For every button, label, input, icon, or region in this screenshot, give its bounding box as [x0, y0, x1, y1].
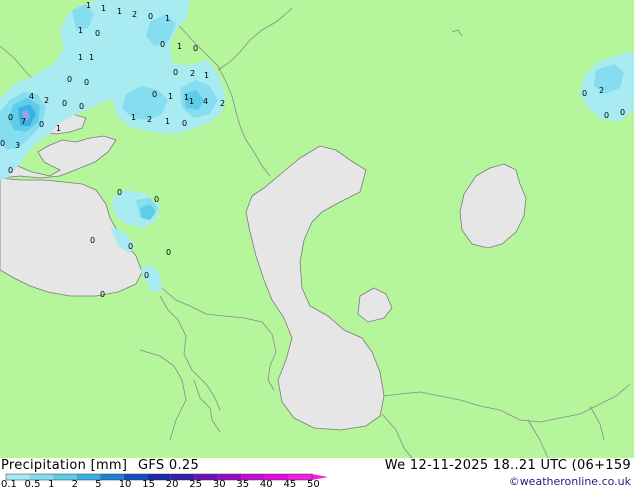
- precip-value: 0: [166, 248, 171, 257]
- precip-value: 2: [147, 115, 152, 124]
- precip-value: 2: [190, 69, 195, 78]
- precip-value: 2: [220, 99, 225, 108]
- precip-value: 0: [117, 188, 122, 197]
- colorbar-tick-label: 25: [189, 479, 203, 490]
- precip-value: 0: [193, 44, 198, 53]
- precip-value: 0: [604, 111, 609, 120]
- precip-value: 2: [599, 86, 604, 95]
- legend-bar: Precipitation [mm] GFS 0.25 We 12-11-202…: [0, 458, 634, 490]
- precip-value: 0: [67, 75, 72, 84]
- colorbar-tick-label: 2: [71, 479, 78, 490]
- precip-value: 0: [39, 120, 44, 129]
- precip-value: 0: [152, 90, 157, 99]
- colorbar-tick-label: 20: [165, 479, 179, 490]
- precip-value: 0: [8, 166, 13, 175]
- precip-value: 7: [21, 117, 26, 126]
- precip-value: 0: [128, 242, 133, 251]
- precip-value: 0: [90, 236, 95, 245]
- precip-value: 0: [84, 78, 89, 87]
- precip-value: 0: [144, 271, 149, 280]
- precip-value: 1: [168, 92, 173, 101]
- valid-time: We 12-11-2025 18..21 UTC (06+159: [384, 458, 631, 473]
- precip-value: 1: [117, 7, 122, 16]
- precip-value: 3: [15, 141, 20, 150]
- precip-value: 0: [148, 12, 153, 21]
- precip-value: 1: [204, 71, 209, 80]
- precip-value: 1: [86, 1, 91, 10]
- precip-value: 0: [79, 102, 84, 111]
- colorbar-tick-label: 50: [307, 479, 320, 490]
- precip-value: 1: [165, 117, 170, 126]
- precip-value: 1: [56, 124, 61, 133]
- colorbar-tick-label: 1: [48, 479, 55, 490]
- precip-value: 0: [62, 99, 67, 108]
- precip-value: 0: [95, 29, 100, 38]
- colorbar-tick-label: 45: [283, 479, 297, 490]
- precip-value: 1: [189, 97, 194, 106]
- precip-value: 1: [78, 26, 83, 35]
- precip-value: 0: [620, 108, 625, 117]
- precip-value: 2: [132, 10, 137, 19]
- precip-value: 2: [44, 96, 49, 105]
- precip-value: 1: [78, 53, 83, 62]
- colorbar-tick-label: 30: [212, 479, 226, 490]
- precip-value: 0: [182, 119, 187, 128]
- model-name: GFS 0.25: [138, 458, 200, 473]
- precip-value: 0: [160, 40, 165, 49]
- precip-value: 1: [165, 14, 170, 23]
- colorbar-tick-label: 0.1: [1, 479, 17, 490]
- precip-value: 0: [582, 89, 587, 98]
- precip-value: 0: [154, 195, 159, 204]
- colorbar-ticks: 0.1 0.5 1 2 5 10 15 20 25 30 35 40 45 50: [0, 480, 330, 490]
- precip-value: 1: [131, 113, 136, 122]
- precip-value: 1: [89, 53, 94, 62]
- precip-value: 0: [100, 290, 105, 299]
- colorbar-tick-label: 15: [142, 479, 155, 490]
- colorbar-tick-label: 5: [95, 479, 102, 490]
- precip-value: 1: [177, 42, 182, 51]
- colorbar-tick-label: 0.5: [24, 479, 41, 490]
- precip-value: 0: [0, 139, 5, 148]
- precipitation-map: 1 1 1 2 0 1 1 0 0 1 0 1 0 1 1 0 0 0 2 1 …: [0, 0, 634, 458]
- precip-value: 0: [173, 68, 178, 77]
- precip-value: 4: [203, 97, 208, 106]
- precip-value: 0: [8, 113, 13, 122]
- precip-value: 1: [101, 4, 106, 13]
- precip-value: 4: [29, 92, 34, 101]
- credit-link[interactable]: ©weatheronline.co.uk: [509, 475, 631, 488]
- colorbar-tick-label: 35: [236, 479, 250, 490]
- colorbar-tick-label: 10: [118, 479, 132, 490]
- map-title: Precipitation [mm]: [1, 458, 128, 473]
- colorbar-tick-label: 40: [259, 479, 273, 490]
